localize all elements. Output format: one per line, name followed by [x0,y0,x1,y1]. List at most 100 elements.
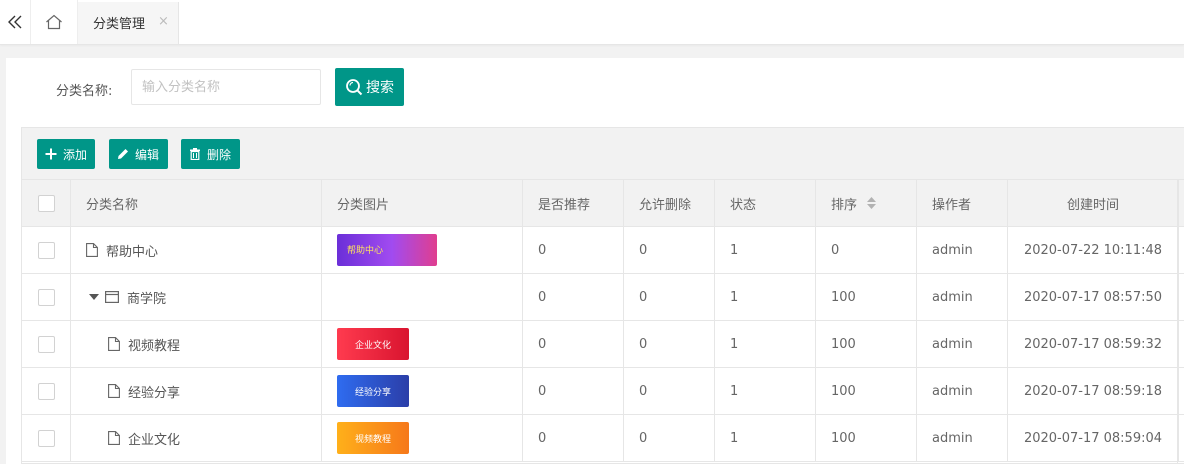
table-toolbar: 添加 编辑 删除 [22,128,1184,180]
file-icon [108,337,120,351]
row-checkbox-cell [22,227,71,273]
table-row[interactable]: 帮助中心 帮助中心 0 0 1 0 admin 2020-07-22 10:11:48 [22,227,1184,274]
search-label: 分类名称: [56,84,113,99]
add-button[interactable]: 添加 [37,139,95,169]
search-icon [346,79,363,96]
category-name-wrap: 企业文化 [86,429,180,448]
row-checkbox[interactable] [37,288,55,306]
delete-button-label: 删除 [207,147,232,162]
recommended-cell: 0 [523,415,624,461]
expand-caret-icon[interactable] [89,294,99,300]
file-icon [108,431,120,445]
row-checkbox[interactable] [37,241,55,259]
category-table: 添加 编辑 删除 分类名称 分类图片 是否推荐 允许删除 状态 排序 操作者 创… [21,127,1184,464]
thumbnail-caption: 企业文化 [354,340,391,351]
tab-close-icon[interactable]: × [158,14,169,29]
table-row[interactable]: 商学院 0 0 1 100 admin 2020-07-17 08:57:50 [22,274,1184,321]
status-cell: 1 [715,368,816,414]
edit-button-label: 编辑 [135,147,160,162]
operator-cell: admin [917,227,1008,273]
category-name-text: 帮助中心 [106,244,159,260]
row-checkbox[interactable] [37,335,55,353]
file-icon [86,243,98,257]
category-name-wrap: 商学院 [86,288,166,307]
search-button[interactable]: 搜索 [335,68,404,106]
sort-cell: 0 [816,227,917,273]
recommended-cell: 0 [523,274,624,320]
category-name-wrap: 视频教程 [86,335,180,354]
operator-cell: admin [917,415,1008,461]
header-category-name[interactable]: 分类名称 [71,180,322,226]
tab-bar: 分类管理 × [0,0,1184,45]
thumbnail-caption: 帮助中心 [347,246,384,256]
allow-delete-cell: 0 [624,415,715,461]
operator-cell: admin [917,274,1008,320]
header-recommended[interactable]: 是否推荐 [523,180,624,226]
row-checkbox-cell [22,415,71,461]
header-operator[interactable]: 操作者 [917,180,1008,226]
created-time-cell: 2020-07-22 10:11:48 [1008,227,1179,273]
sort-arrows-icon[interactable] [867,197,877,209]
sort-cell: 100 [816,321,917,367]
category-name-text: 经验分享 [128,385,181,401]
select-all-checkbox[interactable] [37,194,55,212]
category-image-thumbnail[interactable]: 视频教程 [337,422,409,454]
content-panel: 分类名称: 搜索 添加 编辑 [6,58,1184,464]
category-image-thumbnail[interactable]: 企业文化 [337,328,409,360]
category-name-text: 商学院 [127,291,167,307]
category-name-cell: 商学院 [71,274,322,320]
category-name-cell: 视频教程 [71,321,322,367]
home-tab[interactable] [31,0,78,44]
edit-button[interactable]: 编辑 [109,139,168,169]
status-cell: 1 [715,415,816,461]
recommended-cell: 0 [523,321,624,367]
table-row[interactable]: 经验分享 经验分享 0 0 1 100 admin 2020-07-17 08:59:18 [22,368,1184,415]
category-name-wrap: 帮助中心 [86,241,158,260]
row-checkbox[interactable] [37,382,55,400]
sort-cell: 100 [816,274,917,320]
tab-category-management[interactable]: 分类管理 × [78,0,179,44]
category-image-cell: 帮助中心 [322,227,523,273]
category-name-cell: 企业文化 [71,415,322,461]
allow-delete-cell: 0 [624,368,715,414]
created-time-cell: 2020-07-17 08:59:04 [1008,415,1179,461]
home-icon [46,14,62,30]
header-allow-delete[interactable]: 允许删除 [624,180,715,226]
header-sort[interactable]: 排序 [816,180,917,226]
category-image-thumbnail[interactable]: 帮助中心 [337,234,437,266]
table-row[interactable]: 视频教程 企业文化 0 0 1 100 admin 2020-07-17 08:59:32 [22,321,1184,368]
category-image-cell: 企业文化 [322,321,523,367]
table-row[interactable]: 企业文化 视频教程 0 0 1 100 admin 2020-07-17 08:59:04 [22,415,1184,462]
allow-delete-cell: 0 [624,227,715,273]
table-right-edge [1177,180,1184,463]
status-cell: 1 [715,227,816,273]
category-name-text: 企业文化 [128,432,181,448]
header-category-image[interactable]: 分类图片 [322,180,523,226]
row-checkbox-cell [22,321,71,367]
created-time-cell: 2020-07-17 08:59:18 [1008,368,1179,414]
header-created-time[interactable]: 创建时间 [1008,180,1179,226]
created-time-cell: 2020-07-17 08:57:50 [1008,274,1179,320]
thumbnail-caption: 视频教程 [354,434,391,445]
category-name-search-input[interactable] [131,69,321,105]
status-cell: 1 [715,321,816,367]
double-chevron-left-icon [8,15,22,29]
recommended-cell: 0 [523,368,624,414]
add-button-label: 添加 [63,147,88,162]
operator-cell: admin [917,368,1008,414]
operator-cell: admin [917,321,1008,367]
category-image-cell [322,274,523,320]
collapse-sidebar-button[interactable] [0,0,31,44]
category-image-thumbnail[interactable]: 经验分享 [337,375,409,407]
row-checkbox-cell [22,368,71,414]
table-header-row: 分类名称 分类图片 是否推荐 允许删除 状态 排序 操作者 创建时间 [22,180,1184,227]
sort-cell: 100 [816,368,917,414]
category-name-cell: 帮助中心 [71,227,322,273]
delete-button[interactable]: 删除 [181,139,240,169]
category-name-text: 视频教程 [128,338,181,354]
header-status[interactable]: 状态 [715,180,816,226]
row-checkbox[interactable] [37,429,55,447]
pencil-icon [118,149,128,159]
category-image-cell: 视频教程 [322,415,523,461]
status-cell: 1 [715,274,816,320]
